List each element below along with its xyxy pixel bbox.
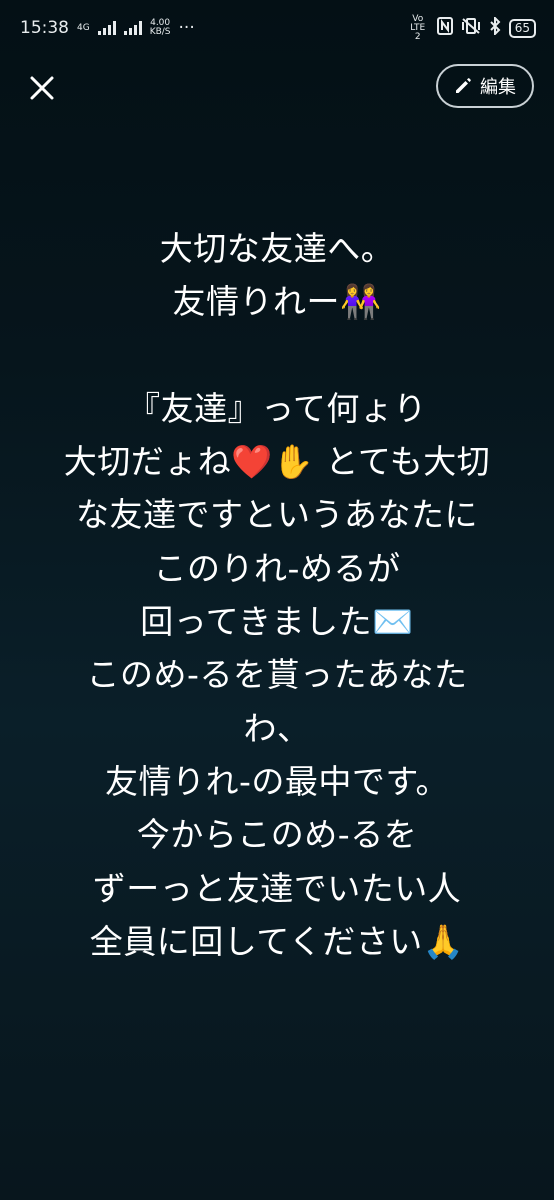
- text-line: このめ-るを貰ったあなた: [86, 655, 468, 695]
- signal-icon: [97, 21, 116, 35]
- pencil-icon: [456, 78, 471, 93]
- text-line: 友情りれ-の最中です。: [104, 761, 450, 801]
- more-notifications-icon: ···: [178, 18, 195, 38]
- text-line: 全員に回してください🙏: [89, 921, 465, 961]
- text-line: 大切だょね❤️✋ とても大切: [63, 442, 491, 482]
- battery-icon: 65: [508, 18, 536, 38]
- edit-button-label: 編集: [480, 77, 516, 98]
- status-time: 15:38: [20, 18, 69, 38]
- text-line: 友情りれー👭: [172, 282, 382, 322]
- story-text: 大切な友達へ。 友情りれー👭 『友達』って何ょり 大切だょね❤️✋ とても大切 …: [20, 222, 534, 968]
- nfc-icon: [436, 16, 453, 40]
- status-right: Vo LTE 2 65: [407, 13, 536, 42]
- bluetooth-icon: [489, 15, 501, 40]
- text-line: 『友達』って何ょり: [127, 388, 427, 428]
- close-icon: [30, 76, 54, 100]
- net-speed-unit: KB/S: [149, 27, 171, 37]
- volte-icon: Vo LTE 2: [410, 13, 426, 42]
- text-line: [20, 329, 534, 382]
- network-type: 4G: [77, 22, 90, 33]
- text-line: わ、: [243, 708, 311, 748]
- text-line: な友達ですというあなたに: [76, 495, 478, 535]
- text-line: このりれ-めるが: [153, 548, 401, 588]
- text-line: ずーっと友達でいたい人: [92, 868, 462, 908]
- status-left: 15:38 4G 4.00 KB/S ···: [20, 18, 195, 38]
- text-line: 回ってきました✉️: [140, 602, 414, 642]
- signal-2-icon: [123, 21, 142, 35]
- close-button[interactable]: [22, 68, 62, 108]
- text-line: 大切な友達へ。: [159, 229, 395, 268]
- net-speed: 4.00 KB/S: [150, 19, 171, 37]
- top-bar: 編集: [0, 60, 554, 112]
- vibrate-icon: [461, 17, 481, 40]
- text-line: 今からこのめ-るを: [136, 815, 418, 855]
- status-bar: 15:38 4G 4.00 KB/S ··· Vo LTE 2 65: [0, 0, 554, 56]
- edit-button[interactable]: 編集: [436, 64, 534, 108]
